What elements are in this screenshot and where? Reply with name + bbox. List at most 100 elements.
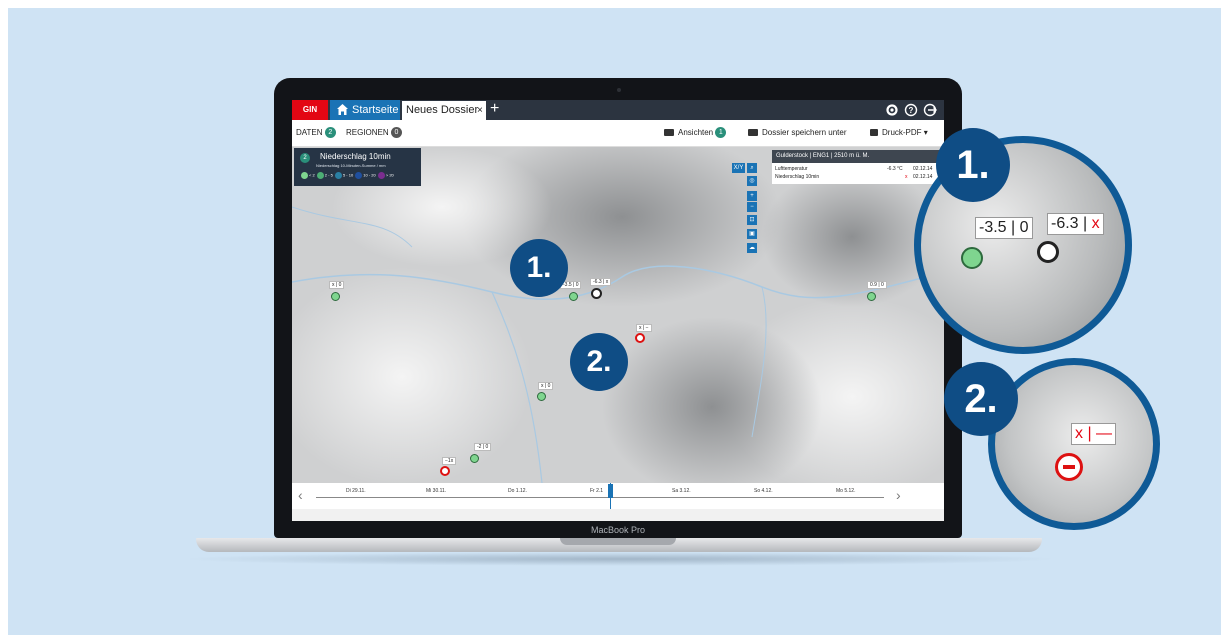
legend-subtitle: Niederschlag 10-Minuten-Summe / mm <box>316 163 386 168</box>
druck-pdf-button[interactable]: Druck-PDF ▾ <box>870 120 928 146</box>
legend-title: Niederschlag 10min <box>320 152 391 161</box>
zoom-label: x | — <box>1071 423 1117 445</box>
timeline-axis <box>316 497 884 498</box>
laptop-notch <box>560 538 676 545</box>
legend-class-label: 2 - 5 <box>324 172 333 178</box>
station-marker-selected[interactable] <box>591 288 602 299</box>
zoom-label-right-flag: x <box>1091 215 1100 232</box>
info-row-value: x <box>905 174 908 180</box>
legend-class-label: < 2 <box>309 172 315 178</box>
legend-swatch <box>377 172 385 179</box>
zoom-label-flag: x <box>1075 425 1083 442</box>
daten-label: DATEN <box>296 128 323 137</box>
tab-startseite[interactable]: Startseite <box>330 100 400 120</box>
close-tab-icon[interactable]: × <box>477 101 483 120</box>
info-row-time: 02.12.14 <box>913 174 933 180</box>
station-marker[interactable] <box>569 292 578 301</box>
timeline-day[interactable]: Di 29.11. <box>346 488 366 494</box>
map-view[interactable]: 2 Niederschlag 10min Niederschlag 10-Min… <box>292 147 944 483</box>
folder-icon <box>664 129 674 137</box>
zoom-in-button[interactable]: + <box>747 191 757 201</box>
globe-icon[interactable]: ◎ <box>747 176 757 186</box>
no-data-marker[interactable] <box>440 466 450 476</box>
zoom-label-right-value: -6.3 | <box>1051 215 1088 232</box>
map-legend[interactable]: 2 Niederschlag 10min Niederschlag 10-Min… <box>294 148 421 186</box>
zoom-station-marker-selected <box>1037 241 1059 263</box>
screen-bottom-strip <box>292 509 944 521</box>
timeline-day[interactable]: Sa 3.12. <box>672 488 691 494</box>
home-icon <box>337 104 348 115</box>
ansichten-count-badge: 1 <box>715 127 727 139</box>
svg-text:?: ? <box>909 106 914 115</box>
header-icons: ? <box>886 103 937 117</box>
tab-neues-dossier[interactable]: Neues Dossier × <box>402 101 486 120</box>
timeline-day[interactable]: Mi 30.11. <box>426 488 446 494</box>
legend-class-label: > 20 <box>385 172 394 178</box>
timeline-day[interactable]: So 4.12. <box>754 488 773 494</box>
layers-icon[interactable]: ⊡ <box>747 215 757 225</box>
laptop-shadow <box>180 552 1060 566</box>
zoom-station-marker <box>961 247 983 269</box>
dossier-speichern-button[interactable]: Dossier speichern unter <box>748 120 846 146</box>
app-screen: GIN Startseite Neues Dossier × + ? DATEN… <box>292 100 944 521</box>
timeline-cursor-handle[interactable] <box>608 484 613 498</box>
station-info-title: Gulderstock | ENG1 | 2510 m ü. M. <box>772 150 944 163</box>
station-label: x | 0 <box>538 382 554 390</box>
station-marker[interactable] <box>867 292 876 301</box>
info-row-time: 02.12.14 <box>913 166 933 172</box>
gin-logo[interactable]: GIN <box>292 100 328 120</box>
info-row-label: Lufttemperatur <box>775 166 808 172</box>
no-data-marker[interactable] <box>635 333 645 343</box>
legend-swatch <box>334 172 342 179</box>
help-icon[interactable]: ? <box>904 103 918 117</box>
daten-button[interactable]: DATEN 2 <box>296 120 336 146</box>
ansichten-button[interactable]: Ansichten 1 <box>664 120 727 146</box>
device-label: MacBook Pro <box>590 525 646 535</box>
station-label: x | 0 <box>329 281 345 289</box>
top-bar: GIN Startseite Neues Dossier × + ? <box>292 100 944 120</box>
timeline-day[interactable]: Do 1.12. <box>508 488 527 494</box>
timeline-prev-button[interactable]: ‹ <box>298 487 303 503</box>
save-label: Dossier speichern unter <box>762 128 847 137</box>
legend-layer-number: 2 <box>300 153 310 163</box>
xy-coordinates-button[interactable]: X/Y <box>732 163 745 173</box>
zoom-out-button[interactable]: − <box>747 202 757 212</box>
cloud-icon[interactable]: ☁ <box>747 243 757 253</box>
station-marker[interactable] <box>537 392 546 401</box>
zoom-label-right: -6.3 | x <box>1047 213 1104 235</box>
add-tab-button[interactable]: + <box>490 100 499 119</box>
station-marker[interactable] <box>470 454 479 463</box>
search-icon[interactable]: ⌕ <box>747 163 757 173</box>
daten-count-badge: 2 <box>324 127 336 139</box>
station-info-panel[interactable]: Gulderstock | ENG1 | 2510 m ü. M. Luftte… <box>772 150 944 184</box>
webcam <box>617 88 621 92</box>
tab-neues-dossier-label: Neues Dossier <box>406 104 479 116</box>
zoom-label-rest: | — <box>1087 425 1113 442</box>
legend-class-label: 10 - 20 <box>363 172 376 178</box>
zoom-no-data-marker <box>1055 453 1083 481</box>
gear-icon[interactable] <box>886 104 898 116</box>
legend-classes: < 2 2 - 5 5 - 10 10 - 20 > 20 <box>300 172 394 179</box>
regionen-button[interactable]: REGIONEN 0 <box>346 120 402 146</box>
legend-swatch <box>355 172 363 179</box>
measure-icon[interactable]: ▣ <box>747 229 757 239</box>
station-label: −1x <box>442 457 457 465</box>
folder-save-icon <box>748 129 758 137</box>
ansichten-label: Ansichten <box>678 128 714 137</box>
logout-icon[interactable] <box>923 103 937 117</box>
info-row-value: -6.3 °C <box>887 166 903 172</box>
minus-icon <box>1063 465 1075 469</box>
callout-2: 2. <box>570 333 628 391</box>
info-row-label: Niederschlag 10min <box>775 174 820 180</box>
station-marker[interactable] <box>331 292 340 301</box>
timeline-next-button[interactable]: › <box>896 487 901 503</box>
printer-icon <box>870 129 878 137</box>
legend-class-label: 5 - 10 <box>342 172 354 178</box>
regionen-label: REGIONEN <box>346 128 389 137</box>
timeline[interactable]: ‹ Di 29.11. Mi 30.11. Do 1.12. Fr 2.1 Sa… <box>292 483 944 509</box>
toolbar: DATEN 2 REGIONEN 0 Ansichten 1 Dossier s… <box>292 120 944 147</box>
station-label: 0.9 | 0 <box>867 281 887 289</box>
zoom-callout-2: 2. <box>944 362 1018 436</box>
timeline-day[interactable]: Fr 2.1 <box>590 488 603 494</box>
timeline-day[interactable]: Mo 5.12. <box>836 488 855 494</box>
